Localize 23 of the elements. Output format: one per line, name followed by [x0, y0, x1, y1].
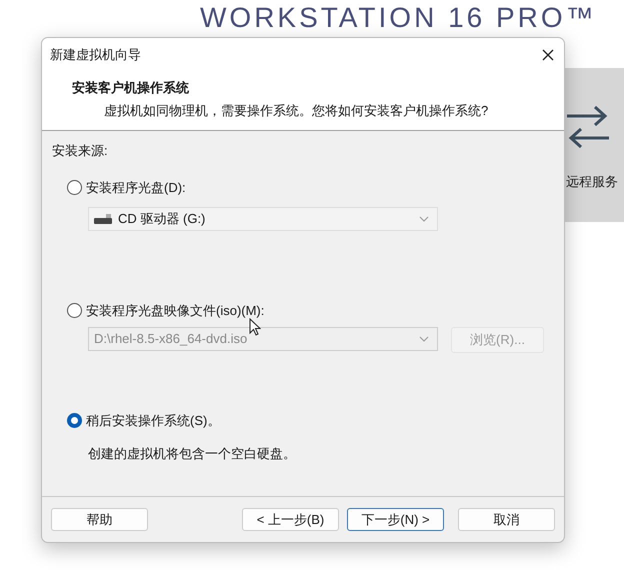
section-label: 安装来源:: [52, 142, 109, 160]
dropdown-field[interactable]: CD 驱动器 (G:): [88, 207, 438, 231]
option-label: 安装程序光盘(D):: [86, 178, 186, 197]
caret-icon: [419, 216, 429, 222]
dialog-button[interactable]: 下一步(N) >: [347, 508, 444, 531]
page-heading: 安装客户机操作系统: [72, 79, 190, 97]
option-label: 稍后安装操作系统(S)。: [86, 412, 220, 430]
radio-button[interactable]: [67, 412, 82, 428]
dialog-button[interactable]: 帮助: [51, 508, 148, 531]
dialog-button[interactable]: < 上一步(B): [242, 508, 339, 531]
swap-arrows-icon: [565, 104, 611, 150]
drive-icon: [94, 214, 112, 224]
close-icon[interactable]: [542, 49, 554, 61]
page-subheading: 虚拟机如同物理机，需要操作系统。您将如何安装客户机操作系统?: [103, 102, 490, 120]
app-title: WORKSTATION 16 PRO™: [200, 4, 597, 32]
caret-icon: [419, 336, 429, 342]
window-title: 新建虚拟机向导: [50, 46, 141, 64]
radio-button[interactable]: [67, 180, 82, 195]
option-label: 安装程序光盘映像文件(iso)(M):: [86, 302, 264, 320]
option-note: 创建的虚拟机将包含一个空白硬盘。: [88, 445, 297, 463]
mouse-cursor-icon: [249, 318, 261, 336]
tile-label: 远程服务: [566, 173, 618, 191]
dialog-button[interactable]: 取消: [458, 508, 555, 531]
